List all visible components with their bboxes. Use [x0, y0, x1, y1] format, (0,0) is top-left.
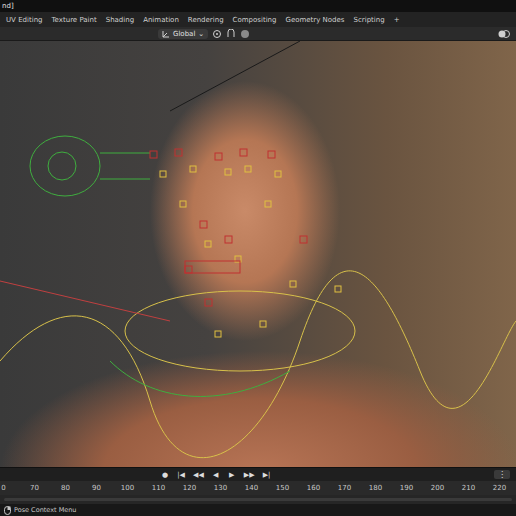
- frame-ruler[interactable]: 0708090100110120130140150160170180190200…: [0, 481, 516, 495]
- frame-number: 180: [360, 484, 391, 492]
- workspace-tab[interactable]: Compositing: [229, 15, 281, 25]
- workspace-tab[interactable]: Shading: [102, 15, 138, 25]
- frame-number: 210: [453, 484, 484, 492]
- scroll-track[interactable]: [4, 498, 512, 501]
- playback-button[interactable]: ▶▶: [241, 471, 258, 479]
- frame-number: 190: [391, 484, 422, 492]
- workspace-tab[interactable]: Texture Paint: [48, 15, 101, 25]
- blender-window: nd] UV EditingTexture PaintShadingAnimati…: [0, 0, 516, 516]
- playback-controls: ●|◀◀◀◀▶▶▶▶|⋮: [0, 467, 516, 481]
- window-title: nd]: [2, 2, 14, 10]
- snap-icon: [226, 29, 236, 39]
- workspace-tab[interactable]: UV Editing: [2, 15, 47, 25]
- rig-controls: [0, 41, 516, 467]
- playback-button[interactable]: ◀: [209, 471, 223, 479]
- title-bar: nd]: [0, 0, 516, 12]
- workspace-tab[interactable]: Geometry Nodes: [281, 15, 348, 25]
- workspace-tab[interactable]: Animation: [139, 15, 183, 25]
- timeline-scroll[interactable]: [0, 495, 516, 504]
- pivot-icon: [212, 29, 222, 39]
- frame-number: 120: [174, 484, 205, 492]
- frame-number: 70: [19, 484, 50, 492]
- playback-button[interactable]: ●: [158, 471, 172, 479]
- frame-number: 0: [0, 484, 19, 492]
- orientation-dropdown[interactable]: Global⌄: [158, 29, 208, 39]
- workspace-tabs: UV EditingTexture PaintShadingAnimationR…: [0, 12, 516, 27]
- frame-number: 80: [50, 484, 81, 492]
- workspace-tab[interactable]: Scripting: [350, 15, 389, 25]
- workspace-tab[interactable]: Rendering: [184, 15, 228, 25]
- frame-number: 170: [329, 484, 360, 492]
- frame-number: 130: [205, 484, 236, 492]
- playback-button[interactable]: |◀: [174, 471, 188, 479]
- playback-button[interactable]: ▶: [225, 471, 239, 479]
- frame-number: 220: [484, 484, 515, 492]
- add-tab-button[interactable]: +: [390, 15, 404, 25]
- viewport-render[interactable]: [0, 41, 516, 467]
- status-bar: Pose Context Menu: [0, 504, 516, 516]
- frame-number: 140: [236, 484, 267, 492]
- playback-button[interactable]: ▶|: [260, 471, 274, 479]
- playback-button[interactable]: ◀◀: [190, 471, 207, 479]
- frame-number: 200: [422, 484, 453, 492]
- viewport-header: Global⌄: [0, 27, 516, 41]
- frame-number: 110: [143, 484, 174, 492]
- mouse-icon: [4, 506, 11, 515]
- overlay-icon: [498, 29, 510, 39]
- frame-number: 100: [112, 484, 143, 492]
- timeline-menu-button[interactable]: ⋮: [494, 470, 510, 479]
- frame-number: 150: [267, 484, 298, 492]
- axes-icon: [162, 30, 170, 38]
- status-hint: Pose Context Menu: [14, 506, 77, 514]
- frame-number: 90: [81, 484, 112, 492]
- proportional-icon: [240, 29, 250, 39]
- frame-number: 160: [298, 484, 329, 492]
